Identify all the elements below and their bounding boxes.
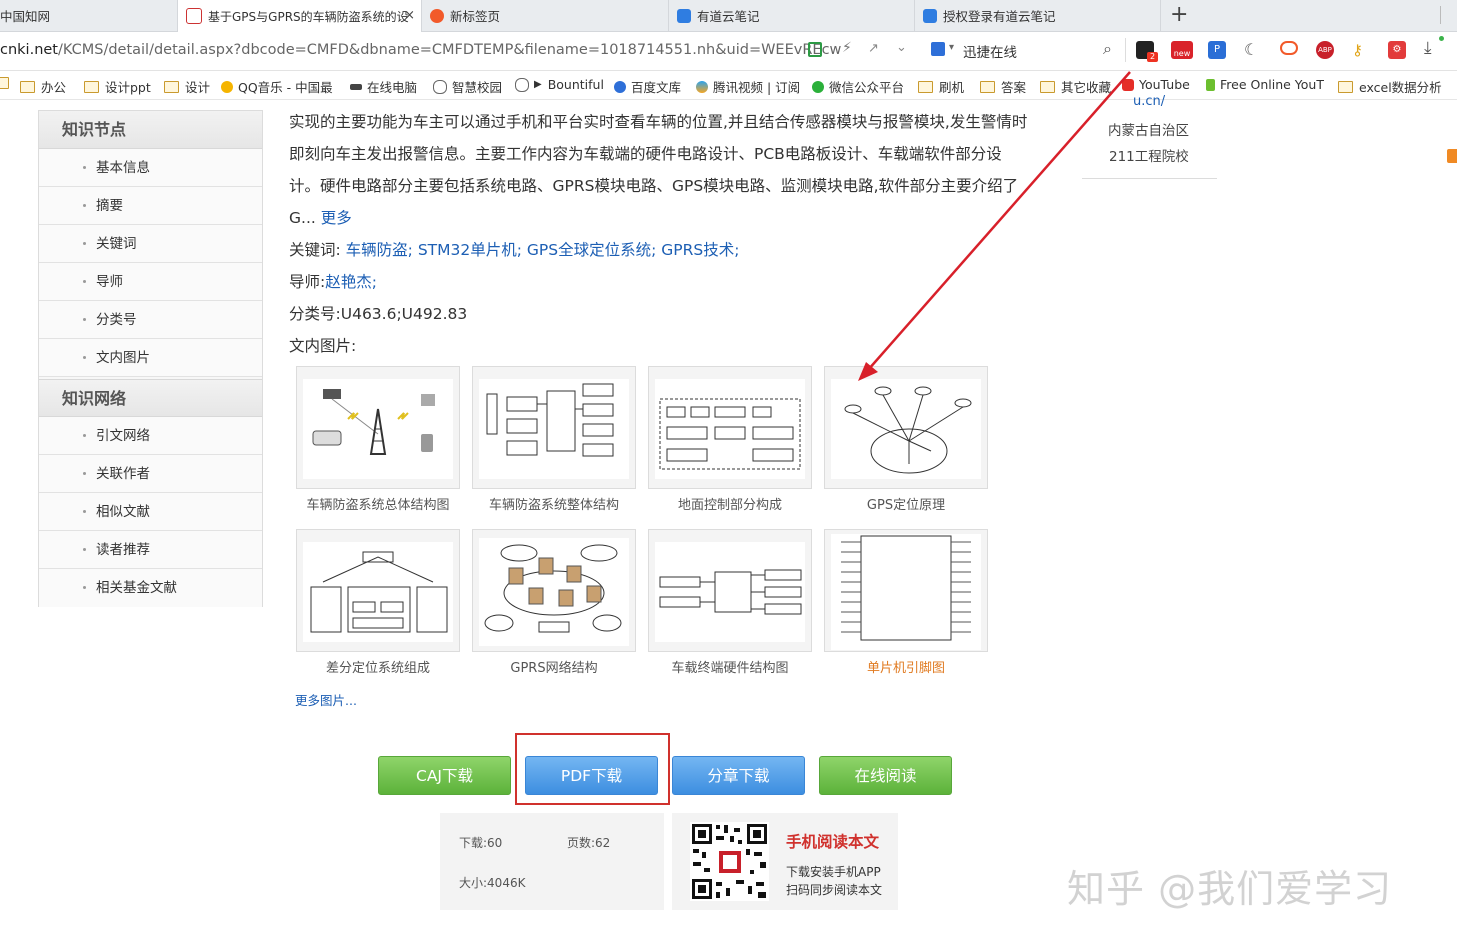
annotation-arrow [858,71,1131,381]
watermark: 知乎 @我们爱学习 [1067,867,1393,911]
